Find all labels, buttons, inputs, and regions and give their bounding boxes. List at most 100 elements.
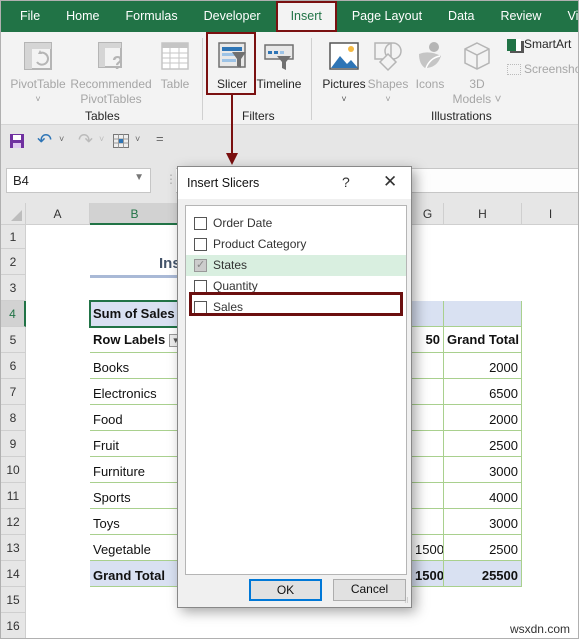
grand-total-cell[interactable]: 3000 [444, 509, 522, 535]
checkbox[interactable] [194, 217, 207, 230]
col-g-header[interactable]: 50 [412, 327, 444, 353]
checkbox[interactable] [194, 238, 207, 251]
form-icon[interactable] [113, 134, 129, 148]
col-g-cell[interactable] [412, 431, 444, 457]
tab-home[interactable]: Home [53, 1, 112, 32]
row-label-cell[interactable]: Vegetable [90, 535, 180, 561]
row-label-cell[interactable]: Books [90, 353, 180, 379]
row-label-cell[interactable]: Fruit [90, 431, 180, 457]
close-icon[interactable]: ✕ [383, 172, 397, 192]
grand-total-cell[interactable]: 2000 [444, 353, 522, 379]
undo-icon[interactable]: ↶ [37, 130, 52, 151]
help-icon[interactable]: ? [342, 174, 350, 190]
column-header-a[interactable]: A [26, 203, 90, 225]
dropdown-icon[interactable]: ▼ [134, 172, 144, 183]
grand-total-header[interactable]: Grand Total [444, 327, 522, 353]
tab-view[interactable]: View [554, 1, 578, 32]
pivot-header-cell[interactable] [444, 301, 522, 327]
chevron-down-icon[interactable]: ˅ [135, 134, 140, 144]
save-icon[interactable] [9, 133, 25, 149]
col-g-cell[interactable] [412, 353, 444, 379]
checkbox[interactable] [194, 301, 207, 314]
row-header-16[interactable]: 16 [1, 613, 26, 638]
row-label-cell[interactable]: Electronics [90, 379, 180, 405]
col-g-cell[interactable] [412, 405, 444, 431]
grand-total-label[interactable]: Grand Total [90, 561, 180, 587]
col-g-cell[interactable] [412, 483, 444, 509]
row-header-1[interactable]: 1 [1, 225, 26, 249]
row-header-10[interactable]: 10 [1, 457, 26, 483]
table-button[interactable]: Table [155, 40, 195, 92]
row-header-8[interactable]: 8 [1, 405, 26, 431]
customize-qat-icon[interactable]: = [156, 131, 164, 146]
row-header-7[interactable]: 7 [1, 379, 26, 405]
chevron-down-icon[interactable]: ˅ [59, 134, 64, 144]
slicer-field-product-category[interactable]: Product Category [186, 234, 406, 255]
row-header-3[interactable]: 3 [1, 275, 26, 301]
pivottable-button[interactable]: PivotTable ˅ [9, 40, 67, 107]
row-header-2[interactable]: 2 [1, 249, 26, 275]
row-header-11[interactable]: 11 [1, 483, 26, 509]
row-header-14[interactable]: 14 [1, 561, 26, 587]
redo-icon[interactable]: ↷ [78, 130, 93, 151]
row-header-6[interactable]: 6 [1, 353, 26, 379]
select-all-button[interactable] [1, 203, 26, 225]
row-label-cell[interactable]: Toys [90, 509, 180, 535]
tab-review[interactable]: Review [487, 1, 554, 32]
pictures-button[interactable]: Pictures ˅ [319, 40, 369, 107]
tab-data[interactable]: Data [435, 1, 487, 32]
col-g-cell[interactable]: 1500 [412, 535, 444, 561]
grand-total-cell[interactable]: 4000 [444, 483, 522, 509]
timeline-button[interactable]: Timeline [255, 40, 303, 92]
col-g-cell[interactable] [412, 509, 444, 535]
col-g-cell[interactable] [412, 379, 444, 405]
row-label-cell[interactable]: Furniture [90, 457, 180, 483]
ribbon: PivotTable ˅ ? Recommended PivotTables T… [1, 32, 578, 125]
checkbox[interactable] [194, 258, 207, 272]
chevron-down-icon[interactable]: ˅ [99, 134, 104, 144]
row-header-9[interactable]: 9 [1, 431, 26, 457]
pivot-header-cell[interactable] [412, 301, 444, 327]
tab-insert[interactable]: Insert [275, 1, 337, 32]
slicer-field-states[interactable]: States [186, 255, 406, 276]
icons-button[interactable]: Icons [411, 40, 449, 92]
recommended-pivottables-button[interactable]: ? Recommended PivotTables [69, 40, 153, 107]
shapes-button[interactable]: Shapes ˅ [367, 40, 409, 107]
row-labels-header[interactable]: Row Labels ▼ [90, 327, 180, 353]
tab-page-layout[interactable]: Page Layout [339, 1, 435, 32]
column-header-g[interactable]: G [412, 203, 444, 225]
column-header-b[interactable]: B [90, 203, 180, 225]
grand-total-cell[interactable]: 2000 [444, 405, 522, 431]
column-header-i[interactable]: I [522, 203, 578, 225]
row-label-cell[interactable]: Sports [90, 483, 180, 509]
grand-total-cell[interactable]: 3000 [444, 457, 522, 483]
column-header-h[interactable]: H [444, 203, 522, 225]
3d-models-button[interactable]: 3D Models ˅ [451, 40, 503, 107]
grand-total-cell[interactable]: 2500 [444, 431, 522, 457]
slicer-field-quantity[interactable]: Quantity [186, 276, 406, 297]
cancel-button[interactable]: Cancel [333, 579, 406, 601]
row-header-4[interactable]: 4 [1, 301, 26, 327]
grand-total-cell[interactable]: 6500 [444, 379, 522, 405]
row-header-13[interactable]: 13 [1, 535, 26, 561]
grand-total-cell[interactable]: 2500 [444, 535, 522, 561]
col-g-cell[interactable] [412, 457, 444, 483]
row-header-12[interactable]: 12 [1, 509, 26, 535]
tab-developer[interactable]: Developer [191, 1, 274, 32]
grand-total-value[interactable]: 25500 [444, 561, 522, 587]
name-box[interactable]: B4 ▼ [6, 168, 151, 193]
tab-formulas[interactable]: Formulas [113, 1, 191, 32]
row-label-cell[interactable]: Food [90, 405, 180, 431]
smartart-button[interactable]: SmartArt [507, 37, 578, 52]
slicer-field-order-date[interactable]: Order Date [186, 213, 406, 234]
ok-button[interactable]: OK [249, 579, 322, 601]
checkbox[interactable] [194, 280, 207, 293]
slicer-field-sales[interactable]: Sales [186, 297, 406, 318]
row-header-5[interactable]: 5 [1, 327, 26, 353]
screenshot-button[interactable]: Screenshot [507, 62, 578, 77]
row-header-15[interactable]: 15 [1, 587, 26, 613]
resize-grip-icon[interactable]: ⠿ [404, 597, 409, 605]
pivot-sum-of-sales[interactable]: Sum of Sales [90, 301, 180, 327]
grand-total-g[interactable]: 1500 [412, 561, 444, 587]
tab-file[interactable]: File [1, 1, 53, 32]
